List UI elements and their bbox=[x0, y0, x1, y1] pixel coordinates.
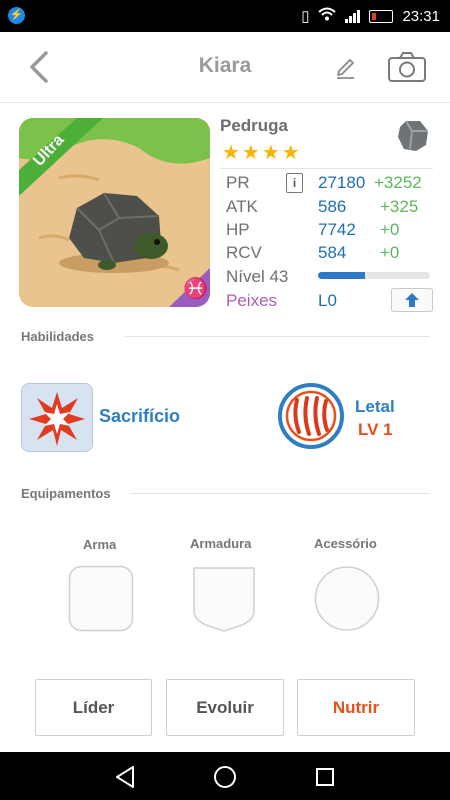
peixes-value: L0 bbox=[318, 291, 337, 310]
wifi-icon bbox=[318, 7, 337, 25]
claw-icon bbox=[278, 383, 344, 449]
signal-icon bbox=[345, 9, 361, 23]
stat-value: 27180 bbox=[318, 173, 366, 192]
equip-label-arma: Arma bbox=[83, 537, 117, 552]
pet-name: Pedruga bbox=[220, 116, 289, 135]
equip-label-armadura: Armadura bbox=[190, 536, 252, 551]
section-equipamentos: Equipamentos bbox=[21, 486, 111, 501]
slot-frame bbox=[68, 565, 134, 632]
section-divider bbox=[125, 336, 430, 337]
skill-letal-icon[interactable] bbox=[277, 382, 345, 450]
stat-row-rcv: RCV 584 +0 bbox=[226, 243, 436, 265]
section-habilidades: Habilidades bbox=[21, 329, 94, 344]
stat-bonus: +0 bbox=[380, 243, 400, 262]
slot-frame bbox=[193, 567, 255, 632]
square-recents-icon bbox=[316, 768, 334, 786]
peixes-row: Peixes L0 bbox=[226, 288, 436, 313]
equip-label-acessorio: Acessório bbox=[314, 536, 377, 551]
stat-row-pr: PR i 27180 +3252 bbox=[226, 173, 436, 195]
back-nav-button[interactable] bbox=[112, 764, 138, 790]
stat-label: RCV bbox=[226, 243, 262, 262]
circle-home-icon bbox=[214, 766, 236, 788]
skill-sacrificio-name: Sacrifício bbox=[99, 406, 181, 426]
stat-row-hp: HP 7742 +0 bbox=[226, 220, 436, 242]
camera-icon bbox=[388, 52, 426, 82]
camera-button[interactable] bbox=[387, 50, 427, 84]
stat-value: 7742 bbox=[318, 220, 356, 239]
recents-nav-button[interactable] bbox=[312, 764, 338, 790]
clock: 23:31 bbox=[402, 7, 440, 25]
home-nav-button[interactable] bbox=[212, 764, 238, 790]
stat-value: 584 bbox=[318, 243, 347, 262]
pisces-icon: ♓ bbox=[183, 278, 208, 300]
pencil-icon bbox=[337, 59, 354, 79]
status-icons: ▯ 23:31 bbox=[301, 0, 440, 32]
arrow-up-icon bbox=[405, 293, 419, 307]
stone-icon bbox=[398, 120, 428, 151]
navigation-bar bbox=[0, 752, 450, 800]
skill-letal-level: LV 1 bbox=[358, 420, 393, 439]
slot-frame bbox=[314, 566, 380, 631]
level-progress-fill bbox=[318, 272, 366, 279]
equip-slot-arma[interactable] bbox=[68, 565, 134, 632]
stat-row-atk: ATK 586 +325 bbox=[226, 197, 436, 219]
level-label: Nível 43 bbox=[226, 267, 289, 286]
header: Kiara bbox=[0, 32, 450, 103]
messenger-icon: ⚡ bbox=[8, 7, 25, 24]
vibrate-icon: ▯ bbox=[301, 8, 310, 25]
status-bar: ⚡ ▯ 23:31 bbox=[0, 0, 450, 32]
star-rating: ★★★★ bbox=[222, 142, 302, 164]
peixes-upgrade-button[interactable] bbox=[391, 288, 433, 312]
equip-slot-armadura[interactable] bbox=[191, 565, 257, 632]
stat-label: ATK bbox=[226, 197, 258, 216]
lider-button[interactable]: Líder bbox=[35, 679, 152, 736]
nutrir-button[interactable]: Nutrir bbox=[297, 679, 415, 736]
evoluir-button[interactable]: Evoluir bbox=[166, 679, 284, 736]
info-icon[interactable]: i bbox=[286, 173, 303, 193]
pet-portrait[interactable]: Ultra ♓ bbox=[19, 118, 210, 307]
level-row: Nível 43 bbox=[226, 267, 436, 289]
info-divider bbox=[220, 168, 433, 169]
skill-letal-name: Letal bbox=[355, 397, 395, 416]
level-progress-bar bbox=[318, 272, 430, 279]
edit-button[interactable] bbox=[334, 56, 358, 80]
battery-icon bbox=[369, 9, 394, 23]
stat-bonus: +325 bbox=[380, 197, 419, 216]
skill-sacrificio-icon-frame[interactable] bbox=[21, 383, 93, 452]
stat-label: HP bbox=[226, 220, 250, 239]
peixes-label: Peixes bbox=[226, 291, 278, 310]
page-title: Kiara bbox=[198, 54, 252, 77]
stat-bonus: +3252 bbox=[374, 173, 422, 192]
stat-label: PR bbox=[226, 173, 250, 192]
stat-value: 586 bbox=[318, 197, 347, 216]
section-divider bbox=[130, 493, 430, 494]
explosion-icon bbox=[22, 384, 92, 451]
stat-bonus: +0 bbox=[380, 220, 400, 239]
equip-slot-acessorio[interactable] bbox=[314, 565, 380, 632]
triangle-back-icon bbox=[116, 766, 134, 788]
